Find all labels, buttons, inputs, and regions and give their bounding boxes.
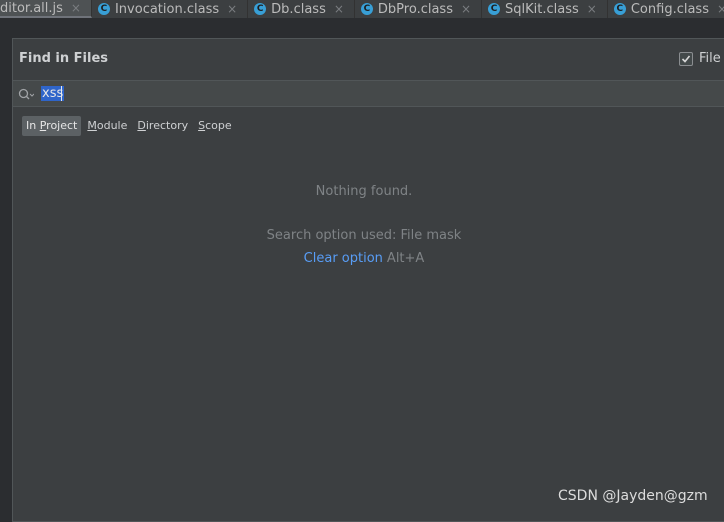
tab-label: SqlKit.class (505, 1, 579, 17)
close-icon[interactable]: × (227, 2, 237, 16)
class-file-icon: C (613, 3, 626, 15)
tab-label: DbPro.class (377, 1, 453, 17)
search-history-icon[interactable] (18, 87, 35, 106)
search-field-row[interactable]: xss (13, 80, 724, 107)
file-mask-option[interactable]: File m (679, 51, 724, 66)
scope-directory[interactable]: Directory (133, 116, 192, 136)
checkmark-icon (681, 54, 691, 63)
tab-label: Invocation.class (114, 1, 220, 17)
empty-message: Nothing found. (315, 184, 413, 199)
class-file-icon: C (360, 3, 373, 15)
class-file-icon: C (254, 3, 267, 15)
find-in-files-dialog: Find in Files File m xss In Project Modu… (12, 38, 724, 522)
close-icon[interactable]: × (587, 2, 597, 16)
toolbar-strip (0, 18, 724, 38)
clear-option-link[interactable]: Clear option (304, 251, 383, 266)
file-mask-checkbox[interactable] (679, 51, 693, 66)
editor-tab-bar: ditor.all.js × C Invocation.class × C Db.class… (0, 0, 724, 18)
tab-label: Db.class (271, 1, 326, 17)
scope-in-project[interactable]: In Project (22, 116, 82, 136)
search-option-used: Search option used: File mask (266, 228, 462, 243)
close-icon[interactable]: × (71, 1, 81, 15)
scope-module[interactable]: Module (83, 116, 131, 136)
scope-scope[interactable]: Scope (194, 116, 236, 136)
clear-option-row: Clear option Alt+A (13, 251, 715, 266)
close-icon[interactable]: × (717, 2, 724, 16)
editor-tab[interactable]: ditor.all.js × (0, 0, 92, 18)
editor-tab[interactable]: C Config.class × (608, 0, 724, 18)
file-mask-label: File m (699, 51, 724, 66)
close-icon[interactable]: × (461, 2, 471, 16)
class-file-icon: C (488, 3, 501, 15)
editor-tab[interactable]: C DbPro.class × (355, 0, 483, 18)
clear-option-shortcut: Alt+A (386, 251, 425, 266)
watermark: CSDN @Jayden@gzm (558, 488, 708, 504)
editor-tab[interactable]: C Invocation.class × (92, 0, 249, 18)
editor-tab[interactable]: C Db.class × (248, 0, 355, 18)
editor-tabs: ditor.all.js × C Invocation.class × C Db.class… (0, 0, 724, 18)
class-file-icon: C (97, 3, 110, 15)
scope-selector: In Project Module Directory Scope (22, 116, 236, 136)
editor-tab[interactable]: C SqlKit.class × (482, 0, 608, 18)
dialog-header[interactable]: Find in Files File m (13, 39, 724, 80)
text-caret (61, 86, 62, 101)
close-icon[interactable]: × (334, 2, 344, 16)
tab-label: Config.class (630, 1, 709, 17)
tab-label: ditor.all.js (0, 0, 63, 16)
dialog-title: Find in Files (19, 51, 109, 66)
